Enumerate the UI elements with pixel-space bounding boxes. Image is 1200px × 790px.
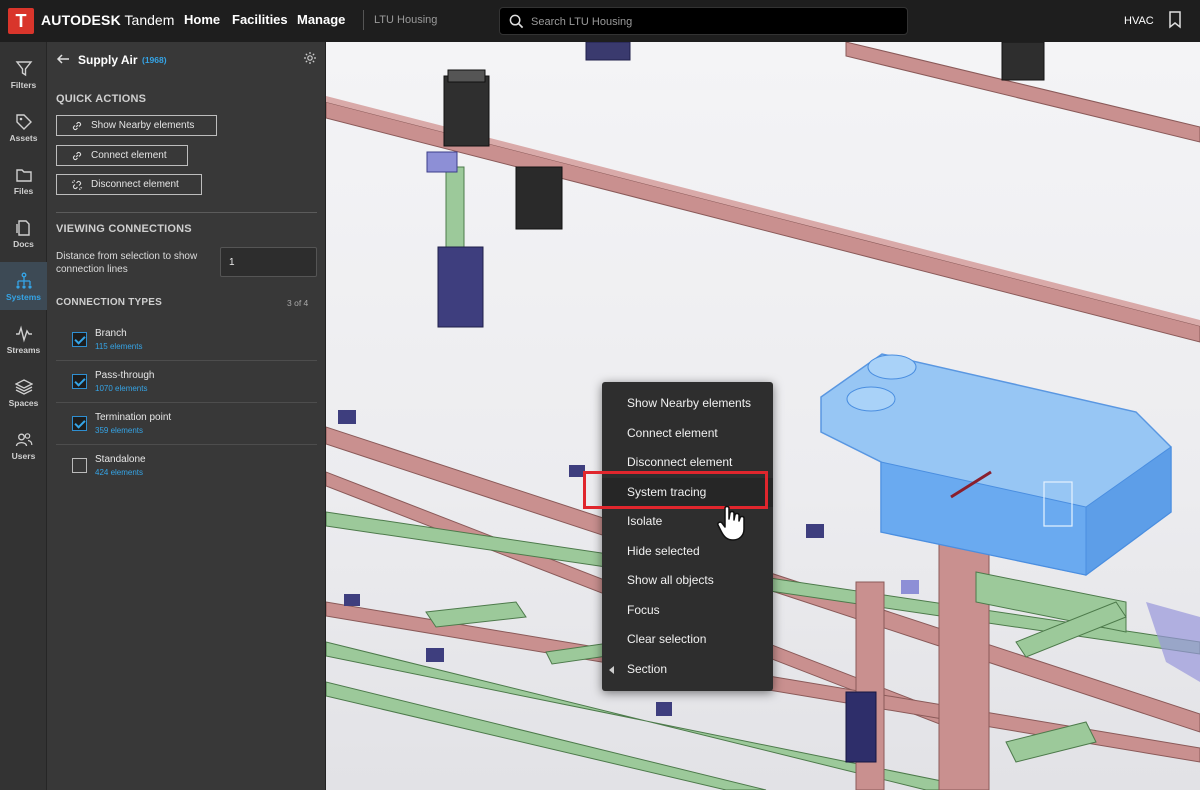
menu-hide-selected[interactable]: Hide selected [602, 537, 773, 566]
connect-element-button[interactable]: Connect element [56, 145, 188, 166]
menu-connect-element[interactable]: Connect element [602, 419, 773, 448]
rail-label: Users [11, 451, 36, 461]
connection-type-count: 424 elements [95, 468, 144, 477]
show-nearby-button[interactable]: Show Nearby elements [56, 115, 217, 136]
branch-checkbox[interactable] [72, 332, 87, 347]
docs-icon [15, 220, 30, 236]
filter-icon [15, 61, 32, 77]
connection-type-count: 1070 elements [95, 384, 148, 393]
connection-type-row[interactable]: Branch 115 elements [56, 319, 317, 361]
unlink-icon [71, 179, 83, 191]
rail-docs[interactable]: Docs [0, 209, 47, 257]
menu-isolate[interactable]: Isolate [602, 507, 773, 536]
connection-type-name: Pass-through [95, 370, 155, 381]
distance-label: Distance from selection to show connecti… [56, 251, 198, 275]
rail-label: Systems [6, 292, 41, 302]
link-icon [72, 151, 82, 161]
connection-type-count: 359 elements [95, 426, 144, 435]
hand-cursor-icon [717, 505, 745, 541]
panel-count: (1968) [142, 55, 167, 65]
highlight-box [583, 471, 768, 509]
product-name: Tandem [124, 12, 175, 28]
folder-icon [15, 169, 32, 182]
rail-label: Streams [6, 345, 41, 355]
nav-facilities[interactable]: Facilities [232, 12, 288, 27]
panel-title: Supply Air [78, 53, 138, 67]
button-label: Show Nearby elements [91, 120, 195, 131]
rail-users[interactable]: Users [0, 421, 47, 469]
menu-focus[interactable]: Focus [602, 596, 773, 625]
systems-icon [15, 272, 32, 289]
back-arrow-icon[interactable] [56, 52, 70, 66]
menu-show-all-objects[interactable]: Show all objects [602, 566, 773, 595]
rail-label: Docs [13, 239, 34, 249]
search-icon [509, 14, 524, 29]
termination-point-checkbox[interactable] [72, 416, 87, 431]
menu-section[interactable]: Section [602, 655, 773, 684]
top-bar: T AUTODESK Tandem Home Facilities Manage… [0, 0, 1200, 42]
rail-files[interactable]: Files [0, 156, 47, 204]
menu-section-label: Section [627, 662, 668, 676]
bookmark-icon[interactable] [1168, 11, 1182, 29]
rail-streams[interactable]: Streams [0, 315, 47, 363]
rail-systems[interactable]: Systems [0, 262, 47, 310]
connection-type-row[interactable]: Termination point 359 elements [56, 403, 317, 445]
connection-type-name: Branch [95, 328, 127, 339]
tandem-logo[interactable]: T [8, 8, 34, 34]
distance-input[interactable] [220, 247, 317, 277]
nav-home[interactable]: Home [184, 12, 220, 27]
connection-types-count: 3 of 4 [287, 298, 309, 308]
rail-label: Assets [9, 133, 38, 143]
users-icon [15, 433, 32, 447]
rail-label: Spaces [8, 398, 39, 408]
rail-label: Filters [10, 80, 37, 90]
gear-icon[interactable] [303, 51, 317, 65]
left-rail: Filters Assets Files Docs Systems Stream… [0, 42, 47, 790]
connection-type-row[interactable]: Standalone 424 elements [56, 445, 317, 487]
connection-types-heading: CONNECTION TYPES [56, 297, 162, 308]
nav-manage[interactable]: Manage [297, 12, 345, 27]
nav-divider [363, 10, 364, 30]
submenu-arrow-icon [609, 666, 614, 674]
pass-through-checkbox[interactable] [72, 374, 87, 389]
rail-assets[interactable]: Assets [0, 103, 47, 151]
search-bar[interactable] [499, 7, 908, 35]
rail-spaces[interactable]: Spaces [0, 368, 47, 416]
standalone-checkbox[interactable] [72, 458, 87, 473]
rail-filters[interactable]: Filters [0, 50, 47, 98]
button-label: Connect element [91, 150, 167, 161]
button-label: Disconnect element [91, 179, 179, 190]
facility-name[interactable]: LTU Housing [374, 14, 437, 26]
connection-type-name: Standalone [95, 454, 146, 465]
brand-name: AUTODESK [41, 12, 121, 28]
menu-show-nearby[interactable]: Show Nearby elements [602, 389, 773, 418]
spaces-icon [14, 379, 33, 395]
search-input[interactable] [531, 13, 891, 31]
app-title[interactable]: AUTODESK Tandem [41, 12, 174, 28]
connection-type-name: Termination point [95, 412, 172, 423]
connection-type-count: 115 elements [95, 342, 143, 351]
quick-actions-heading: QUICK ACTIONS [56, 93, 147, 105]
link-icon [72, 121, 82, 131]
connection-type-row[interactable]: Pass-through 1070 elements [56, 361, 317, 403]
tag-icon [15, 114, 32, 130]
menu-clear-selection[interactable]: Clear selection [602, 625, 773, 654]
rail-label: Files [13, 186, 34, 196]
streams-icon [15, 325, 32, 343]
viewing-connections-heading: VIEWING CONNECTIONS [56, 223, 192, 235]
section-divider [56, 212, 317, 213]
view-mode-label[interactable]: HVAC [1124, 15, 1154, 27]
systems-panel: Supply Air (1968) QUICK ACTIONS Show Nea… [47, 42, 326, 790]
disconnect-element-button[interactable]: Disconnect element [56, 174, 202, 195]
context-menu: Show Nearby elements Connect element Dis… [602, 382, 773, 691]
